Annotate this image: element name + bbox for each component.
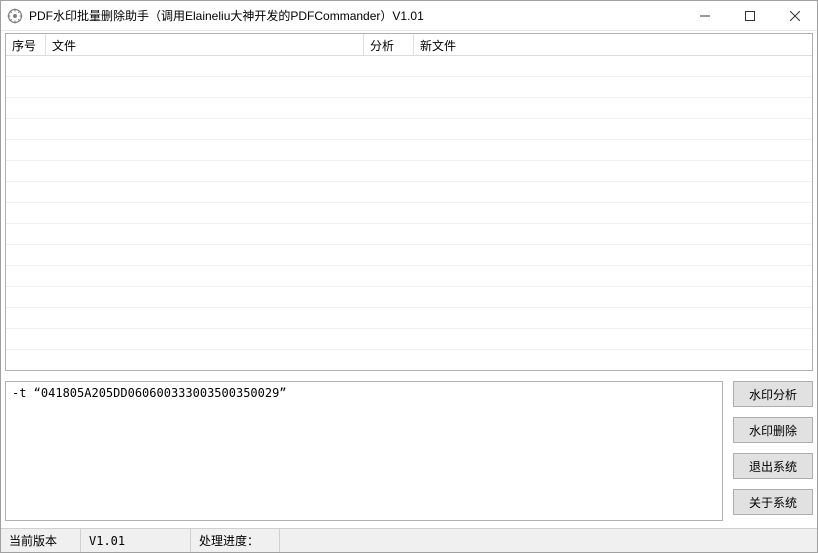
action-buttons: 水印分析 水印删除 退出系统 关于系统 bbox=[733, 381, 813, 521]
content-area: 序号 文件 分析 新文件 bbox=[1, 31, 817, 528]
grid-header: 序号 文件 分析 新文件 bbox=[6, 34, 812, 56]
table-row bbox=[6, 350, 812, 370]
command-textbox[interactable]: -t “041805A205DD060600333003500350029” bbox=[5, 381, 723, 521]
app-icon bbox=[7, 8, 23, 24]
table-row bbox=[6, 245, 812, 266]
table-row bbox=[6, 98, 812, 119]
col-file[interactable]: 文件 bbox=[46, 34, 364, 55]
about-system-button[interactable]: 关于系统 bbox=[733, 489, 813, 515]
table-row bbox=[6, 119, 812, 140]
window-controls bbox=[682, 1, 817, 30]
file-grid[interactable]: 序号 文件 分析 新文件 bbox=[5, 33, 813, 371]
table-row bbox=[6, 308, 812, 329]
table-row bbox=[6, 77, 812, 98]
grid-body[interactable] bbox=[6, 56, 812, 370]
table-row bbox=[6, 266, 812, 287]
maximize-button[interactable] bbox=[727, 1, 772, 30]
status-version-label: 当前版本 bbox=[1, 529, 81, 552]
col-seq[interactable]: 序号 bbox=[6, 34, 46, 55]
exit-system-button[interactable]: 退出系统 bbox=[733, 453, 813, 479]
table-row bbox=[6, 287, 812, 308]
app-window: PDF水印批量删除助手（调用Elaineliu大神开发的PDFCommander… bbox=[0, 0, 818, 553]
table-row bbox=[6, 161, 812, 182]
table-row bbox=[6, 56, 812, 77]
window-title: PDF水印批量删除助手（调用Elaineliu大神开发的PDFCommander… bbox=[29, 7, 682, 24]
titlebar: PDF水印批量删除助手（调用Elaineliu大神开发的PDFCommander… bbox=[1, 1, 817, 31]
minimize-button[interactable] bbox=[682, 1, 727, 30]
analyze-watermark-button[interactable]: 水印分析 bbox=[733, 381, 813, 407]
table-row bbox=[6, 203, 812, 224]
status-version-value: V1.01 bbox=[81, 529, 191, 552]
table-row bbox=[6, 182, 812, 203]
status-progress-label: 处理进度： bbox=[191, 529, 280, 552]
delete-watermark-button[interactable]: 水印删除 bbox=[733, 417, 813, 443]
col-newfile[interactable]: 新文件 bbox=[414, 34, 812, 55]
table-row bbox=[6, 329, 812, 350]
statusbar: 当前版本 V1.01 处理进度： bbox=[1, 528, 817, 552]
close-button[interactable] bbox=[772, 1, 817, 30]
table-row bbox=[6, 140, 812, 161]
col-analyze[interactable]: 分析 bbox=[364, 34, 414, 55]
lower-panel: -t “041805A205DD060600333003500350029” 水… bbox=[5, 381, 813, 521]
table-row bbox=[6, 224, 812, 245]
status-progress-area bbox=[280, 529, 817, 552]
